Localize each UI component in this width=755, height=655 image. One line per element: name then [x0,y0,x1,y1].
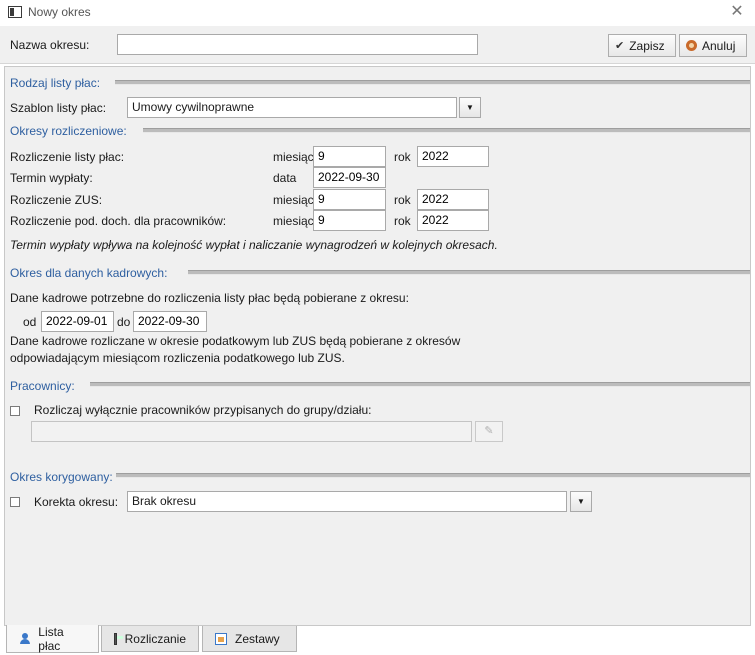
year-label: rok [394,150,411,164]
tab-sets[interactable]: Zestawy [202,626,297,652]
header-bar: Nazwa okresu: ✔ Zapisz Anuluj [0,26,755,64]
correction-period-select[interactable]: Brak okresu [127,491,567,512]
from-label: od [23,315,37,329]
group-only-label: Rozliczaj wyłącznie pracowników przypisa… [34,403,372,417]
month-label: miesiąc [273,193,314,207]
window-icon [8,6,22,18]
group-department-input [31,421,472,442]
payroll-month-input[interactable]: 9 [313,146,386,167]
tab-label: Rozliczanie [124,631,186,646]
hr-from-date-input[interactable]: 2022-09-01 [41,311,114,332]
section-divider [188,270,750,275]
cancel-icon [686,40,697,51]
zus-year-input[interactable]: 2022 [417,189,489,210]
to-label: do [117,315,131,329]
select-group-button: ✎ [475,421,503,442]
correction-checkbox[interactable] [10,497,20,507]
year-label: rok [394,193,411,207]
payment-date-note: Termin wypłaty wpływa na kolejność wypła… [10,238,498,252]
person-icon [19,632,31,645]
template-select[interactable]: Umowy cywilnoprawne [127,97,457,118]
save-label: Zapisz [629,38,665,53]
date-label: data [273,171,297,185]
chevron-down-icon[interactable]: ▼ [570,491,592,512]
tax-settlement-label: Rozliczenie pod. doch. dla pracowników: [10,214,227,228]
section-divider [143,128,750,133]
period-name-input[interactable] [117,34,478,55]
tab-payroll-list[interactable]: Lista płac [6,625,99,653]
zus-month-input[interactable]: 9 [313,189,386,210]
section-settlement-periods: Okresy rozliczeniowe: [10,124,127,138]
cancel-button[interactable]: Anuluj [679,34,747,57]
payment-date-input[interactable]: 2022-09-30 [313,167,386,188]
tax-month-input[interactable]: 9 [313,210,386,231]
calculator-icon [114,632,122,645]
section-divider [116,473,750,478]
payment-date-label: Termin wypłaty: [10,171,93,185]
tab-settlement[interactable]: Rozliczanie [101,626,199,652]
group-only-checkbox[interactable] [10,406,20,416]
save-button[interactable]: ✔ Zapisz [608,34,676,57]
hr-info-text: Dane kadrowe potrzebne do rozliczenia li… [10,291,409,305]
section-corrected-period: Okres korygowany: [10,470,113,484]
cancel-label: Anuluj [702,38,736,53]
month-label: miesiąc [273,150,314,164]
year-label: rok [394,214,411,228]
section-employees: Pracownicy: [10,379,75,393]
section-divider [115,80,750,85]
hr-note-line2: odpowiadającym miesiącom rozliczenia pod… [10,351,345,365]
hr-note-line1: Dane kadrowe rozliczane w okresie podatk… [10,334,461,348]
name-label: Nazwa okresu: [10,38,90,52]
sets-icon [215,632,227,645]
title-bar: Nowy okres ✕ [0,0,755,26]
section-divider [90,382,750,387]
tax-year-input[interactable]: 2022 [417,210,489,231]
template-label: Szablon listy płac: [10,101,107,115]
tab-label: Lista płac [38,624,64,653]
payroll-settlement-label: Rozliczenie listy płac: [10,150,125,164]
window-title: Nowy okres [28,5,91,19]
section-payroll-type: Rodzaj listy płac: [10,76,101,90]
close-icon[interactable]: ✕ [727,2,747,22]
chevron-down-icon[interactable]: ▼ [459,97,481,118]
month-label: miesiąc [273,214,314,228]
checkmark-icon: ✔ [615,40,625,52]
section-hr-period: Okres dla danych kadrowych: [10,266,168,280]
hr-to-date-input[interactable]: 2022-09-30 [133,311,207,332]
payroll-year-input[interactable]: 2022 [417,146,489,167]
tab-bar: Lista płac Rozliczanie Zestawy [0,625,755,655]
correction-label: Korekta okresu: [34,495,119,509]
tab-label: Zestawy [235,631,280,646]
zus-settlement-label: Rozliczenie ZUS: [10,193,103,207]
